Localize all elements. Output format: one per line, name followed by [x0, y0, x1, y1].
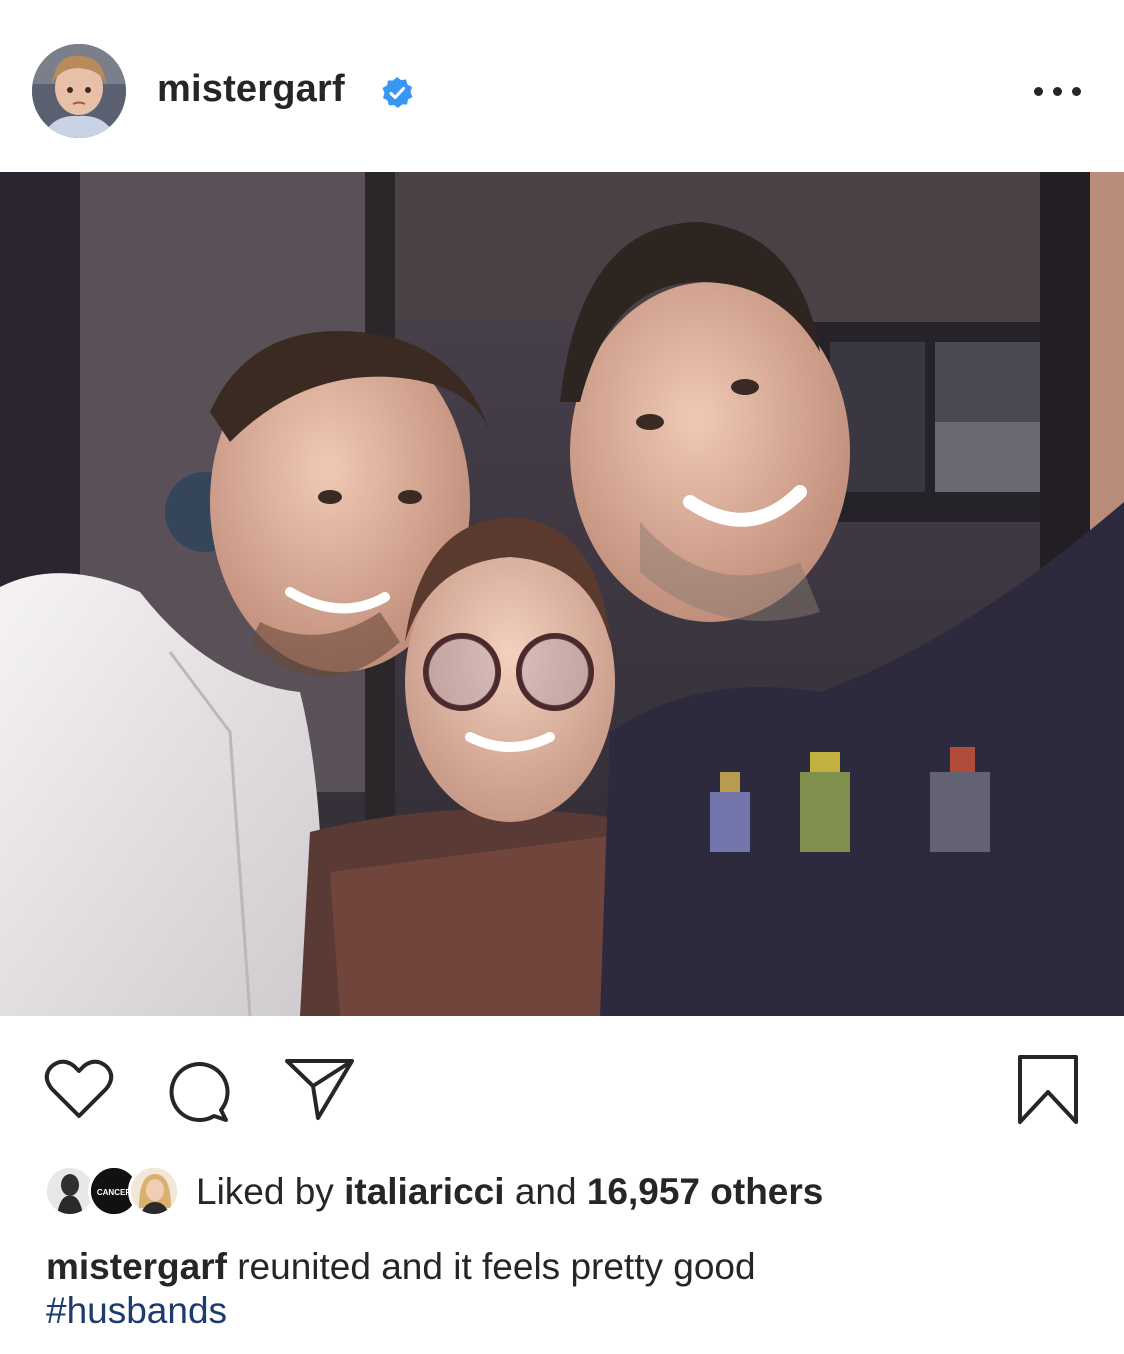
heart-icon[interactable]	[44, 1058, 114, 1125]
more-options-icon[interactable]	[1030, 84, 1086, 104]
caption-username[interactable]: mistergarf	[46, 1246, 227, 1287]
hashtag-link[interactable]: #husbands	[46, 1290, 227, 1332]
post-header: mistergarf	[0, 0, 1124, 172]
post-photo[interactable]	[0, 172, 1124, 1016]
more-dot	[1072, 87, 1081, 96]
action-bar	[0, 1016, 1124, 1156]
profile-avatar[interactable]	[32, 44, 126, 138]
caption-text: reunited and it feels pretty good	[237, 1246, 756, 1287]
likes-count-link[interactable]: 16,957 others	[587, 1171, 824, 1212]
liker-avatar[interactable]	[128, 1165, 180, 1217]
verified-badge-icon	[380, 76, 414, 110]
first-liker-link[interactable]: italiaricci	[344, 1171, 504, 1212]
send-icon[interactable]	[284, 1056, 356, 1127]
more-dot	[1053, 87, 1062, 96]
likes-summary: Liked by italiaricci and 16,957 others	[196, 1171, 823, 1213]
more-dot	[1034, 87, 1043, 96]
comment-icon[interactable]	[164, 1058, 232, 1131]
likes-connector: and	[514, 1171, 577, 1212]
bookmark-icon[interactable]	[1016, 1054, 1080, 1131]
post-username[interactable]: mistergarf	[157, 68, 345, 111]
liked-by-label: Liked by	[196, 1171, 334, 1212]
liker-badge-text: CANCER	[97, 1188, 131, 1197]
post-caption: mistergarf reunited and it feels pretty …	[46, 1244, 756, 1289]
